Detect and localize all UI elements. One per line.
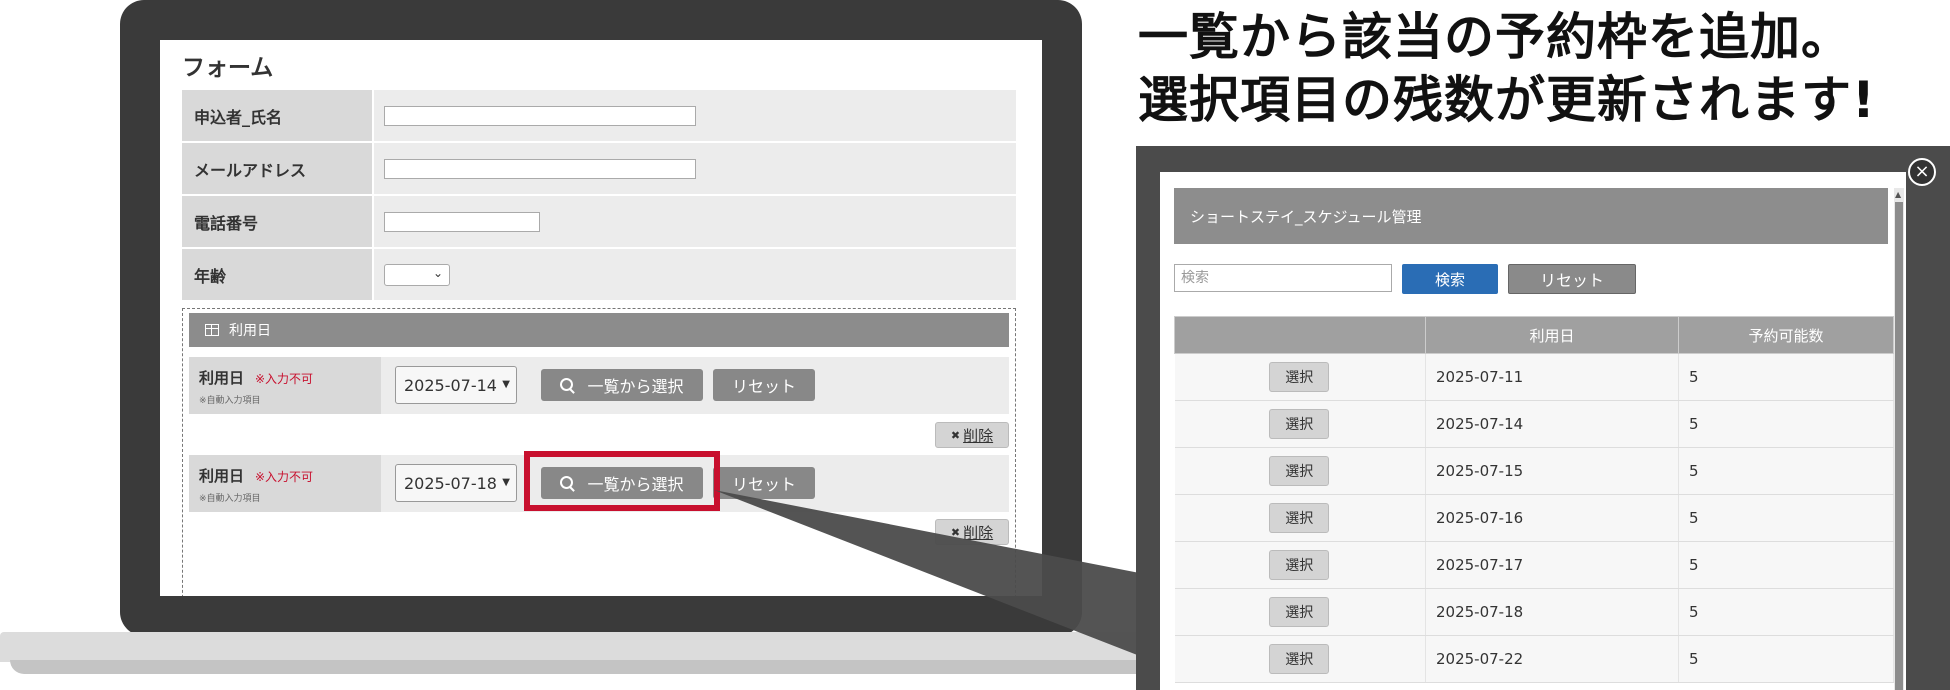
date-cell: 2025-07-14 <box>1425 400 1679 448</box>
schedule-table: 利用日 予約可能数 選択 2025-07-11 5 選択 2025-07-14 … <box>1174 316 1894 683</box>
date-cell: 2025-07-11 <box>1425 353 1679 401</box>
table-row: 選択 2025-07-17 5 <box>1174 541 1894 589</box>
table-row: 選択 2025-07-18 5 <box>1174 588 1894 636</box>
count-cell: 5 <box>1678 400 1894 448</box>
column-header <box>1174 316 1426 354</box>
count-cell: 5 <box>1678 588 1894 636</box>
date-cell: 2025-07-16 <box>1425 494 1679 542</box>
scroll-thumb[interactable] <box>1895 202 1903 690</box>
search-button[interactable]: 検索 <box>1402 264 1498 294</box>
table-row: 選択 2025-07-16 5 <box>1174 494 1894 542</box>
date-cell: 2025-07-18 <box>1425 588 1679 636</box>
table-row: 選択 2025-07-15 5 <box>1174 447 1894 495</box>
date-cell: 2025-07-15 <box>1425 447 1679 495</box>
table-row: 選択 2025-07-22 5 <box>1174 635 1894 683</box>
table-header-row: 利用日 予約可能数 <box>1174 316 1894 354</box>
scrollbar[interactable]: ▲ <box>1894 188 1904 690</box>
select-button[interactable]: 選択 <box>1269 362 1330 392</box>
count-cell: 5 <box>1678 635 1894 683</box>
scroll-up-arrow-icon[interactable]: ▲ <box>1895 190 1901 199</box>
select-button[interactable]: 選択 <box>1269 644 1330 674</box>
search-input[interactable] <box>1174 264 1392 292</box>
column-header-available: 予約可能数 <box>1678 316 1894 354</box>
table-row: 選択 2025-07-11 5 <box>1174 353 1894 401</box>
select-button[interactable]: 選択 <box>1269 597 1330 627</box>
date-cell: 2025-07-22 <box>1425 635 1679 683</box>
count-cell: 5 <box>1678 494 1894 542</box>
count-cell: 5 <box>1678 447 1894 495</box>
schedule-modal: ショートステイ_スケジュール管理 検索 リセット 利用日 予約可能数 選択 20… <box>1160 172 1906 690</box>
select-button[interactable]: 選択 <box>1269 550 1330 580</box>
table-row: 選択 2025-07-14 5 <box>1174 400 1894 448</box>
select-button[interactable]: 選択 <box>1269 409 1330 439</box>
column-header-date: 利用日 <box>1425 316 1679 354</box>
select-button[interactable]: 選択 <box>1269 456 1330 486</box>
modal-title: ショートステイ_スケジュール管理 <box>1174 188 1888 244</box>
modal-close-button[interactable]: × <box>1908 158 1936 186</box>
count-cell: 5 <box>1678 541 1894 589</box>
reset-button[interactable]: リセット <box>1508 264 1636 294</box>
date-cell: 2025-07-17 <box>1425 541 1679 589</box>
select-button[interactable]: 選択 <box>1269 503 1330 533</box>
count-cell: 5 <box>1678 353 1894 401</box>
